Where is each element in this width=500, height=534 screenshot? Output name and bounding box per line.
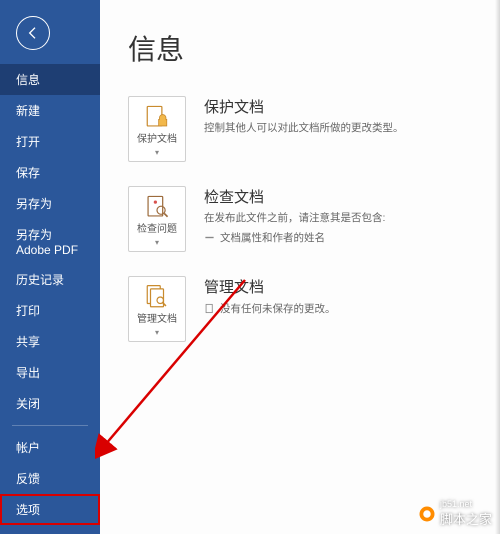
nav-item-export[interactable]: 导出	[0, 357, 100, 388]
page-title: 信息	[128, 28, 480, 68]
inspect-document-icon	[133, 193, 181, 221]
section-title: 管理文档	[204, 276, 480, 297]
chevron-down-icon: ▾	[133, 328, 181, 337]
nav-item-saveas[interactable]: 另存为	[0, 188, 100, 219]
nav-label: 保存	[16, 166, 40, 180]
nav-label: 导出	[16, 366, 40, 380]
watermark: jb51.net 脚本之家	[418, 500, 492, 528]
bullet-item: 没有任何未保存的更改。	[204, 301, 480, 316]
nav-item-history[interactable]: 历史记录	[0, 264, 100, 295]
tile-manage-document[interactable]: 管理文档 ▾	[128, 276, 186, 342]
tile-label: 检查问题	[133, 224, 181, 236]
nav-label: 打开	[16, 135, 40, 149]
bullet-item: 文档属性和作者的姓名	[204, 230, 480, 245]
nav-label: 帐户	[16, 441, 40, 455]
nav-item-feedback[interactable]: 反馈	[0, 463, 100, 494]
nav-item-share[interactable]: 共享	[0, 326, 100, 357]
section-title: 保护文档	[204, 96, 480, 117]
section-desc: 在发布此文件之前，请注意其是否包含:	[204, 211, 480, 227]
section-title: 检查文档	[204, 186, 480, 207]
tile-check-issues[interactable]: 检查问题 ▾	[128, 186, 186, 252]
section-protect: 保护文档 ▾ 保护文档 控制其他人可以对此文档所做的更改类型。	[128, 96, 480, 162]
nav-item-options[interactable]: 选项	[0, 494, 100, 525]
arrow-left-icon	[25, 25, 41, 41]
nav-label: 关闭	[16, 397, 40, 411]
nav-item-close[interactable]: 关闭	[0, 388, 100, 419]
nav-label: 选项	[16, 503, 40, 517]
nav-label: 信息	[16, 73, 40, 87]
watermark-url: jb51.net	[440, 500, 492, 509]
nav-label: 另存为 Adobe PDF	[16, 228, 78, 257]
sidebar-divider	[12, 425, 88, 426]
tile-protect-document[interactable]: 保护文档 ▾	[128, 96, 186, 162]
chevron-down-icon: ▾	[133, 238, 181, 247]
nav-item-open[interactable]: 打开	[0, 126, 100, 157]
bullet-icon	[204, 232, 215, 243]
shadow-edge	[495, 0, 500, 534]
nav-label: 共享	[16, 335, 40, 349]
nav-item-save[interactable]: 保存	[0, 157, 100, 188]
section-inspect: 检查问题 ▾ 检查文档 在发布此文件之前，请注意其是否包含: 文档属性和作者的姓…	[128, 186, 480, 252]
nav-label: 打印	[16, 304, 40, 318]
nav-label: 历史记录	[16, 273, 64, 287]
bullet-text: 文档属性和作者的姓名	[220, 230, 325, 245]
nav-item-account[interactable]: 帐户	[0, 432, 100, 463]
section-desc: 控制其他人可以对此文档所做的更改类型。	[204, 121, 480, 137]
watermark-logo-icon	[418, 505, 436, 523]
nav-item-saveas-pdf[interactable]: 另存为 Adobe PDF	[0, 219, 100, 264]
nav-label: 另存为	[16, 197, 52, 211]
backstage-sidebar: 信息 新建 打开 保存 另存为 另存为 Adobe PDF 历史记录 打印 共享…	[0, 0, 100, 534]
chevron-down-icon: ▾	[133, 148, 181, 157]
manage-document-icon	[133, 283, 181, 311]
lock-document-icon	[133, 103, 181, 131]
watermark-text: 脚本之家	[440, 509, 492, 528]
nav-item-print[interactable]: 打印	[0, 295, 100, 326]
main-panel: 信息 保护文档 ▾ 保护文档 控制其他人可以对此文档所做的更改类型。 检查问题 …	[100, 0, 500, 534]
tile-label: 管理文档	[133, 314, 181, 326]
document-small-icon	[204, 303, 215, 314]
section-manage: 管理文档 ▾ 管理文档 没有任何未保存的更改。	[128, 276, 480, 342]
nav-item-info[interactable]: 信息	[0, 64, 100, 95]
bullet-text: 没有任何未保存的更改。	[220, 301, 336, 316]
tile-label: 保护文档	[133, 134, 181, 146]
nav-item-new[interactable]: 新建	[0, 95, 100, 126]
nav-label: 新建	[16, 104, 40, 118]
nav-label: 反馈	[16, 472, 40, 486]
back-button[interactable]	[16, 16, 50, 50]
